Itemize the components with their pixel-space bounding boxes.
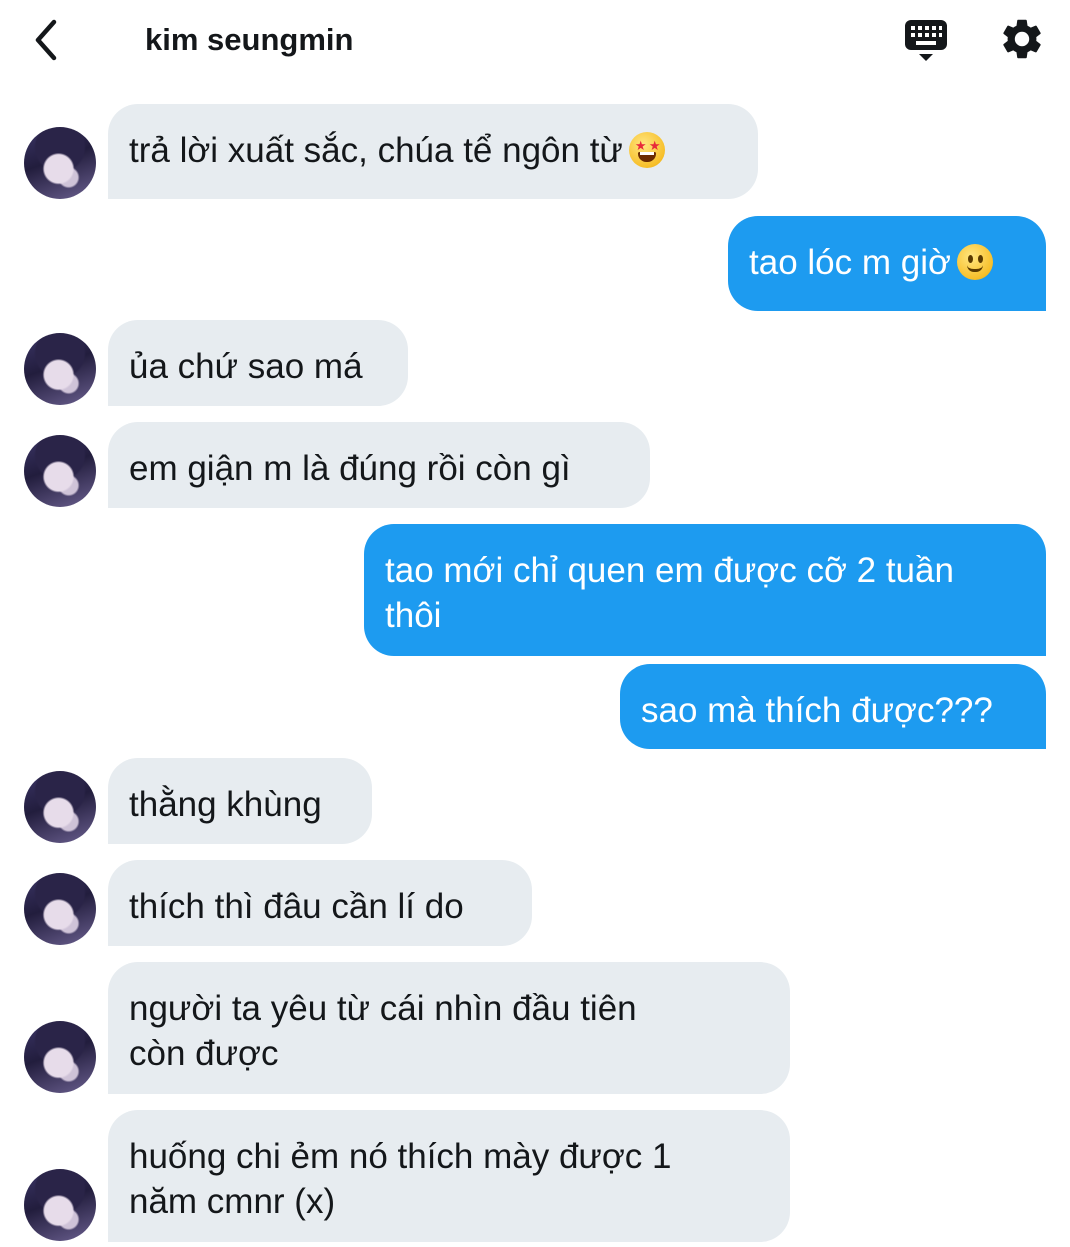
message-bubble-received[interactable]: huống chi ẻm nó thích mày được 1 năm cmn… bbox=[108, 1110, 790, 1242]
message-bubble-received[interactable]: em giận m là đúng rồi còn gì bbox=[108, 422, 650, 508]
contact-avatar[interactable] bbox=[24, 771, 96, 843]
message-text: huống chi ẻm nó thích mày được 1 năm cmn… bbox=[129, 1137, 672, 1221]
message-text: em giận m là đúng rồi còn gì bbox=[129, 449, 571, 488]
message-text: sao mà thích được??? bbox=[641, 691, 993, 730]
contact-avatar[interactable] bbox=[24, 333, 96, 405]
chevron-left-icon bbox=[35, 19, 57, 61]
message-bubble-received[interactable]: người ta yêu từ cái nhìn đầu tiên còn đư… bbox=[108, 962, 790, 1094]
message-bubble-sent[interactable]: tao lóc m giờ bbox=[728, 216, 1046, 311]
star-struck-emoji-icon: ★ ★ bbox=[628, 132, 665, 168]
message-bubble-sent[interactable]: tao mới chỉ quen em được cỡ 2 tuần thôi bbox=[364, 524, 1046, 656]
gear-icon bbox=[1003, 19, 1041, 59]
message-text: tao lóc m giờ bbox=[749, 243, 951, 282]
message-text: thằng khùng bbox=[129, 785, 322, 824]
back-button[interactable] bbox=[28, 16, 64, 64]
keyboard-button[interactable] bbox=[902, 16, 950, 64]
conversation-header: kim seungmin bbox=[0, 0, 1070, 80]
message-text: tao mới chỉ quen em được cỡ 2 tuần thôi bbox=[385, 551, 954, 635]
message-bubble-received[interactable]: ủa chứ sao má bbox=[108, 320, 408, 406]
message-text: thích thì đâu cần lí do bbox=[129, 887, 464, 926]
message-bubble-received[interactable]: thích thì đâu cần lí do bbox=[108, 860, 532, 946]
contact-avatar[interactable] bbox=[24, 873, 96, 945]
slightly-smiling-face-emoji-icon bbox=[956, 244, 993, 280]
message-bubble-received[interactable]: thằng khùng bbox=[108, 758, 372, 844]
conversation-title: kim seungmin bbox=[145, 22, 354, 57]
keyboard-icon bbox=[905, 20, 947, 61]
contact-avatar[interactable] bbox=[24, 435, 96, 507]
message-bubble-sent[interactable]: sao mà thích được??? bbox=[620, 664, 1046, 749]
message-text: người ta yêu từ cái nhìn đầu tiên còn đư… bbox=[129, 989, 637, 1073]
message-text: ủa chứ sao má bbox=[129, 347, 363, 386]
settings-button[interactable] bbox=[998, 15, 1046, 63]
contact-avatar[interactable] bbox=[24, 127, 96, 199]
message-text: trả lời xuất sắc, chúa tể ngôn từ bbox=[129, 131, 623, 170]
message-bubble-received[interactable]: trả lời xuất sắc, chúa tể ngôn từ ★ ★ bbox=[108, 104, 758, 199]
contact-avatar[interactable] bbox=[24, 1169, 96, 1241]
contact-avatar[interactable] bbox=[24, 1021, 96, 1093]
